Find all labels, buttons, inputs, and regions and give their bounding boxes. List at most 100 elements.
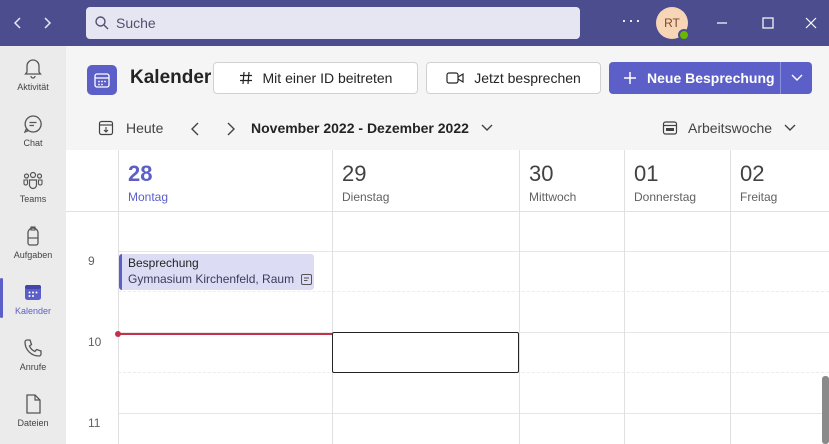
date-range-picker[interactable]: November 2022 - Dezember 2022 [251, 120, 493, 136]
meet-now-label: Jetzt besprechen [474, 70, 581, 86]
day-number: 29 [342, 161, 367, 186]
rail-item-calendar[interactable]: Kalender [0, 270, 66, 326]
rail-label: Aufgaben [13, 249, 53, 260]
chevron-down-icon [481, 124, 493, 131]
day-name: Donnerstag [634, 190, 697, 204]
event-title: Besprechung [128, 256, 199, 270]
rail-label: Kalender [14, 305, 52, 316]
header-divider [66, 211, 829, 212]
new-meeting-label: Neue Besprechung [647, 70, 775, 86]
day-number: 30 [529, 161, 554, 186]
rail-item-chat[interactable]: Chat [0, 102, 66, 158]
hash-icon [239, 71, 253, 85]
new-meeting-button[interactable]: Neue Besprechung [609, 62, 780, 94]
current-time-line [118, 333, 332, 335]
file-icon [26, 393, 41, 414]
forward-arrow-icon[interactable] [36, 12, 58, 34]
next-week-button[interactable] [226, 121, 236, 137]
minimize-icon[interactable] [711, 12, 733, 34]
selected-time-slot[interactable] [332, 332, 519, 373]
rail-label: Aktivität [17, 81, 49, 92]
calendar-app-icon [87, 65, 117, 95]
rail-item-files[interactable]: Dateien [0, 382, 66, 438]
app-rail: Aktivität Chat Teams Aufgaben Kalender A… [0, 46, 66, 444]
hour-line [118, 251, 829, 252]
join-with-id-label: Mit einer ID beitreten [262, 70, 393, 86]
video-camera-icon [446, 71, 464, 85]
rail-label: Teams [19, 193, 47, 204]
work-week-icon [662, 121, 678, 135]
back-arrow-icon[interactable] [7, 12, 29, 34]
today-button[interactable]: Heute [98, 120, 163, 136]
page-title: Kalender [130, 67, 212, 88]
day-number: 28 [128, 161, 153, 186]
rail-label: Anrufe [19, 361, 47, 372]
day-number: 02 [740, 161, 765, 186]
time-column: 9 10 11 [66, 212, 118, 444]
join-with-id-button[interactable]: Mit einer ID beitreten [213, 62, 418, 94]
avatar-initials: RT [664, 16, 680, 30]
notes-icon [301, 274, 313, 285]
chevron-right-icon [227, 122, 235, 136]
rail-item-teams[interactable]: Teams [0, 158, 66, 214]
hour-label: 9 [88, 254, 95, 268]
column-divider [730, 212, 731, 444]
phone-icon [24, 338, 42, 357]
more-options-icon[interactable]: ··· [621, 10, 642, 31]
teams-icon [23, 171, 43, 189]
search-input[interactable]: Suche [86, 7, 580, 39]
plus-icon [623, 71, 637, 85]
calendar-grid: 28 Montag 29 Dienstag 30 Mittwoch 01 Don… [66, 150, 829, 444]
calendar-toolbar: Heute November 2022 - Dezember 2022 Arbe… [66, 110, 829, 150]
search-icon [94, 15, 110, 31]
day-name: Dienstag [342, 190, 390, 204]
column-divider [332, 212, 333, 444]
day-header-thursday[interactable]: 01 Donnerstag [624, 150, 730, 211]
maximize-icon[interactable] [757, 12, 779, 34]
bell-icon [24, 58, 42, 79]
day-name: Montag [128, 190, 169, 204]
day-header-wednesday[interactable]: 30 Mittwoch [519, 150, 624, 211]
new-meeting-options-button[interactable] [780, 62, 812, 94]
search-placeholder: Suche [116, 15, 156, 31]
calendar-header: Kalender Mit einer ID beitreten Jetzt be… [66, 46, 829, 110]
chevron-left-icon [191, 122, 199, 136]
today-label: Heute [126, 120, 164, 136]
hour-line [118, 413, 829, 414]
title-bar: Suche ··· RT [0, 0, 829, 46]
day-name: Freitag [740, 190, 778, 204]
tasks-icon [27, 225, 39, 246]
day-header-tuesday[interactable]: 29 Dienstag [332, 150, 519, 211]
rail-label: Dateien [17, 417, 49, 428]
view-label: Arbeitswoche [688, 120, 773, 136]
rail-item-tasks[interactable]: Aufgaben [0, 214, 66, 270]
close-icon[interactable] [800, 12, 822, 34]
date-range-label: November 2022 - Dezember 2022 [251, 120, 469, 136]
event-location: Gymnasium Kirchenfeld, Raum [128, 272, 295, 286]
rail-item-calls[interactable]: Anrufe [0, 326, 66, 382]
view-switcher[interactable]: Arbeitswoche [662, 120, 796, 136]
day-number: 01 [634, 161, 659, 186]
calendar-today-icon [98, 120, 114, 136]
chevron-down-icon [784, 124, 796, 131]
chevron-down-icon [791, 74, 802, 81]
half-hour-line [118, 291, 829, 292]
rail-item-activity[interactable]: Aktivität [0, 46, 66, 102]
day-name: Mittwoch [529, 190, 577, 204]
previous-week-button[interactable] [190, 121, 200, 137]
day-header-friday[interactable]: 02 Freitag [730, 150, 829, 211]
chat-icon [23, 114, 42, 133]
avatar[interactable]: RT [656, 7, 690, 41]
rail-label: Chat [23, 137, 43, 148]
meet-now-button[interactable]: Jetzt besprechen [426, 62, 601, 94]
calendar-event[interactable]: Besprechung Gymnasium Kirchenfeld, Raum [119, 254, 314, 290]
column-divider [519, 212, 520, 444]
column-divider [118, 212, 119, 444]
calendar-icon [25, 284, 41, 300]
current-time-dot [115, 331, 121, 337]
presence-available-icon [678, 29, 690, 41]
hour-label: 11 [88, 416, 101, 430]
vertical-scrollbar[interactable] [822, 376, 829, 444]
hour-label: 10 [88, 335, 102, 349]
day-header-monday[interactable]: 28 Montag [118, 150, 332, 211]
